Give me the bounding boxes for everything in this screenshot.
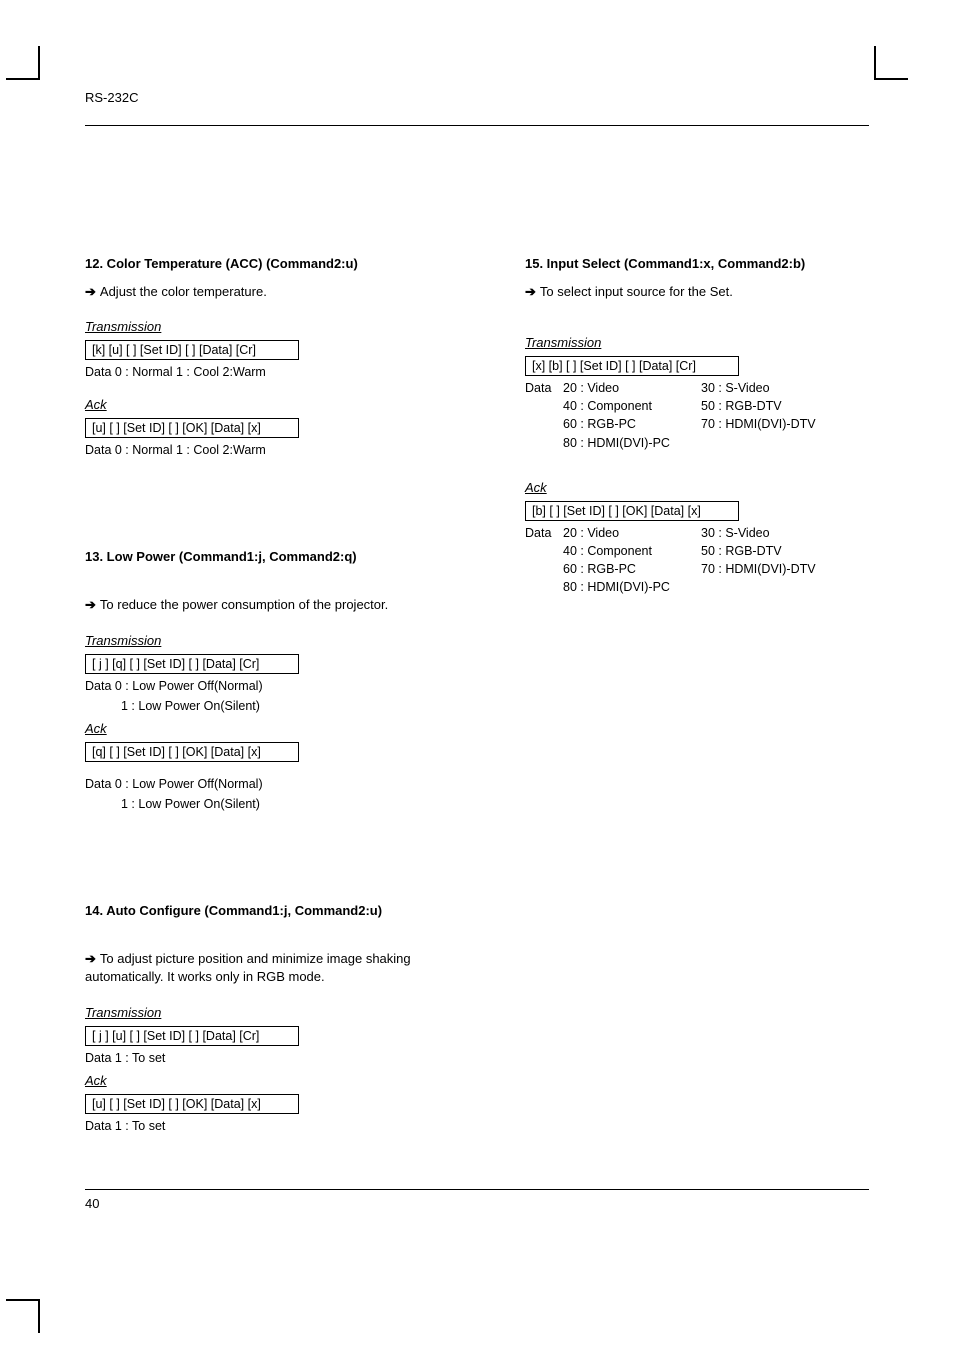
transmission-data: Data 0 : Normal 1 : Cool 2:Warm	[85, 363, 440, 381]
page-number: 40	[85, 1189, 869, 1211]
ack-label: Ack	[85, 1073, 107, 1088]
section-13-desc: To reduce the power consumption of the p…	[85, 596, 440, 614]
transmission-data: 1 : Low Power On(Silent)	[85, 697, 440, 715]
ack-data: Data 0 : Low Power Off(Normal)	[85, 775, 440, 793]
section-15: 15. Input Select (Command1:x, Command2:b…	[525, 256, 880, 596]
left-column: 12. Color Temperature (ACC) (Command2:u)…	[85, 256, 440, 1225]
transmission-label: Transmission	[85, 1005, 161, 1020]
ack-label: Ack	[85, 397, 107, 412]
ack-data: 1 : Low Power On(Silent)	[85, 795, 440, 813]
transmission-code: [ j ] [u] [ ] [Set ID] [ ] [Data] [Cr]	[85, 1026, 299, 1046]
section-15-title: 15. Input Select (Command1:x, Command2:b…	[525, 256, 880, 271]
section-14-title: 14. Auto Configure (Command1:j, Command2…	[85, 903, 440, 918]
right-column: 15. Input Select (Command1:x, Command2:b…	[525, 256, 880, 1225]
transmission-code: [k] [u] [ ] [Set ID] [ ] [Data] [Cr]	[85, 340, 299, 360]
ack-data: Data 0 : Normal 1 : Cool 2:Warm	[85, 441, 440, 459]
transmission-label: Transmission	[85, 319, 161, 334]
ack-code: [q] [ ] [Set ID] [ ] [OK] [Data] [x]	[85, 742, 299, 762]
transmission-label: Transmission	[525, 335, 601, 350]
ack-code: [u] [ ] [Set ID] [ ] [OK] [Data] [x]	[85, 418, 299, 438]
transmission-data: Data 0 : Low Power Off(Normal)	[85, 677, 440, 695]
section-13-title: 13. Low Power (Command1:j, Command2:q)	[85, 549, 440, 564]
ack-data: Data 1 : To set	[85, 1117, 440, 1135]
ack-code: [u] [ ] [Set ID] [ ] [OK] [Data] [x]	[85, 1094, 299, 1114]
transmission-code: [ j ] [q] [ ] [Set ID] [ ] [Data] [Cr]	[85, 654, 299, 674]
section-14-desc: To adjust picture position and minimize …	[85, 950, 440, 986]
section-12-desc: Adjust the color temperature.	[85, 283, 440, 301]
transmission-code: [x] [b] [ ] [Set ID] [ ] [Data] [Cr]	[525, 356, 739, 376]
section-13: 13. Low Power (Command1:j, Command2:q) T…	[85, 549, 440, 813]
transmission-data: Data 1 : To set	[85, 1049, 440, 1067]
section-15-desc: To select input source for the Set.	[525, 283, 880, 301]
ack-code: [b] [ ] [Set ID] [ ] [OK] [Data] [x]	[525, 501, 739, 521]
ack-data: Data 20 : Video30 : S-Video 40 : Compone…	[525, 524, 880, 597]
section-12: 12. Color Temperature (ACC) (Command2:u)…	[85, 256, 440, 459]
ack-label: Ack	[85, 721, 107, 736]
transmission-data: Data 20 : Video30 : S-Video 40 : Compone…	[525, 379, 880, 452]
transmission-label: Transmission	[85, 633, 161, 648]
section-14: 14. Auto Configure (Command1:j, Command2…	[85, 903, 440, 1135]
page-header: RS-232C	[85, 90, 869, 126]
ack-label: Ack	[525, 480, 547, 495]
section-12-title: 12. Color Temperature (ACC) (Command2:u)	[85, 256, 440, 271]
